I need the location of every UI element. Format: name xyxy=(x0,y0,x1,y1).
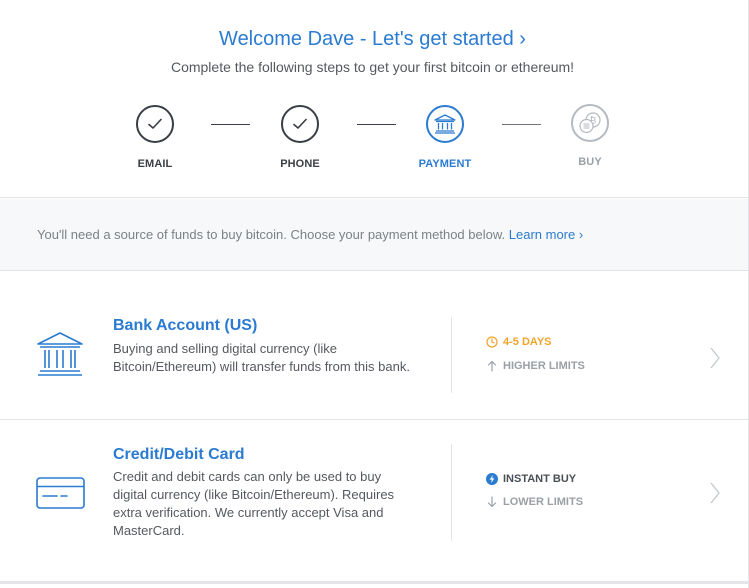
lightning-icon xyxy=(486,473,498,485)
bank-feature-limits: HIGHER LIMITS xyxy=(486,360,585,372)
step-buy-label: BUY xyxy=(578,156,602,168)
credit-card-icon-wrap xyxy=(36,477,85,514)
learn-more-link[interactable]: Learn more › xyxy=(509,227,583,242)
onboarding-header: Welcome Dave - Let's get started › Compl… xyxy=(0,0,748,198)
step-email-label: EMAIL xyxy=(137,158,173,170)
credit-card-description: Credit and debit cards can only be used … xyxy=(113,469,395,538)
card-feature-limits-label: LOWER LIMITS xyxy=(503,496,584,508)
bank-icon xyxy=(434,114,456,134)
step-phone-circle xyxy=(281,105,319,143)
page-subtitle: Complete the following steps to get your… xyxy=(170,59,575,75)
step-buy-circle: ₿ xyxy=(571,104,609,142)
bank-feature-speed: 4-5 DAYS xyxy=(486,336,552,348)
step-connector xyxy=(502,124,541,125)
step-connector xyxy=(211,124,250,125)
step-payment-label: PAYMENT xyxy=(418,158,472,170)
checkmark-icon xyxy=(148,118,162,129)
step-email: EMAIL xyxy=(105,105,205,170)
chevron-right-icon[interactable] xyxy=(709,481,721,505)
bank-icon xyxy=(37,332,83,376)
credit-card-title: Credit/Debit Card xyxy=(113,446,245,463)
card-feature-speed: INSTANT BUY xyxy=(486,473,576,485)
payment-info-text: You'll need a source of funds to buy bit… xyxy=(37,227,583,242)
checkmark-icon xyxy=(293,118,307,129)
payment-info-message: You'll need a source of funds to buy bit… xyxy=(37,227,506,242)
step-email-circle xyxy=(136,105,174,143)
bank-account-title: Bank Account (US) xyxy=(113,317,258,334)
bank-feature-limits-label: HIGHER LIMITS xyxy=(503,360,585,372)
payment-method-credit-card[interactable]: Credit/Debit Card Credit and debit cards… xyxy=(0,421,748,584)
step-connector xyxy=(357,124,396,125)
onboarding-panel: Welcome Dave - Let's get started › Compl… xyxy=(0,0,749,588)
option-divider xyxy=(451,444,452,541)
step-payment-circle xyxy=(426,105,464,143)
credit-card-icon xyxy=(36,477,85,509)
step-phone: PHONE xyxy=(250,105,350,170)
step-buy: ₿ BUY xyxy=(540,104,640,168)
card-feature-limits: LOWER LIMITS xyxy=(486,496,583,508)
payment-method-bank-account[interactable]: Bank Account (US) Buying and selling dig… xyxy=(0,272,748,420)
card-feature-speed-label: INSTANT BUY xyxy=(503,473,577,485)
bank-account-icon-wrap xyxy=(36,331,84,384)
clock-icon xyxy=(486,336,498,348)
coins-icon: ₿ xyxy=(579,112,601,134)
bank-feature-speed-label: 4-5 DAYS xyxy=(503,336,552,348)
option-divider xyxy=(451,317,452,393)
page-title[interactable]: Welcome Dave - Let's get started › xyxy=(0,28,745,51)
step-phone-label: PHONE xyxy=(280,158,320,170)
chevron-right-icon[interactable] xyxy=(709,346,721,370)
arrow-down-icon xyxy=(487,496,497,508)
bank-account-description: Buying and selling digital currency (lik… xyxy=(113,341,410,374)
arrow-up-icon xyxy=(487,360,497,372)
step-payment: PAYMENT xyxy=(395,105,495,170)
payment-info-banner: You'll need a source of funds to buy bit… xyxy=(0,199,748,271)
